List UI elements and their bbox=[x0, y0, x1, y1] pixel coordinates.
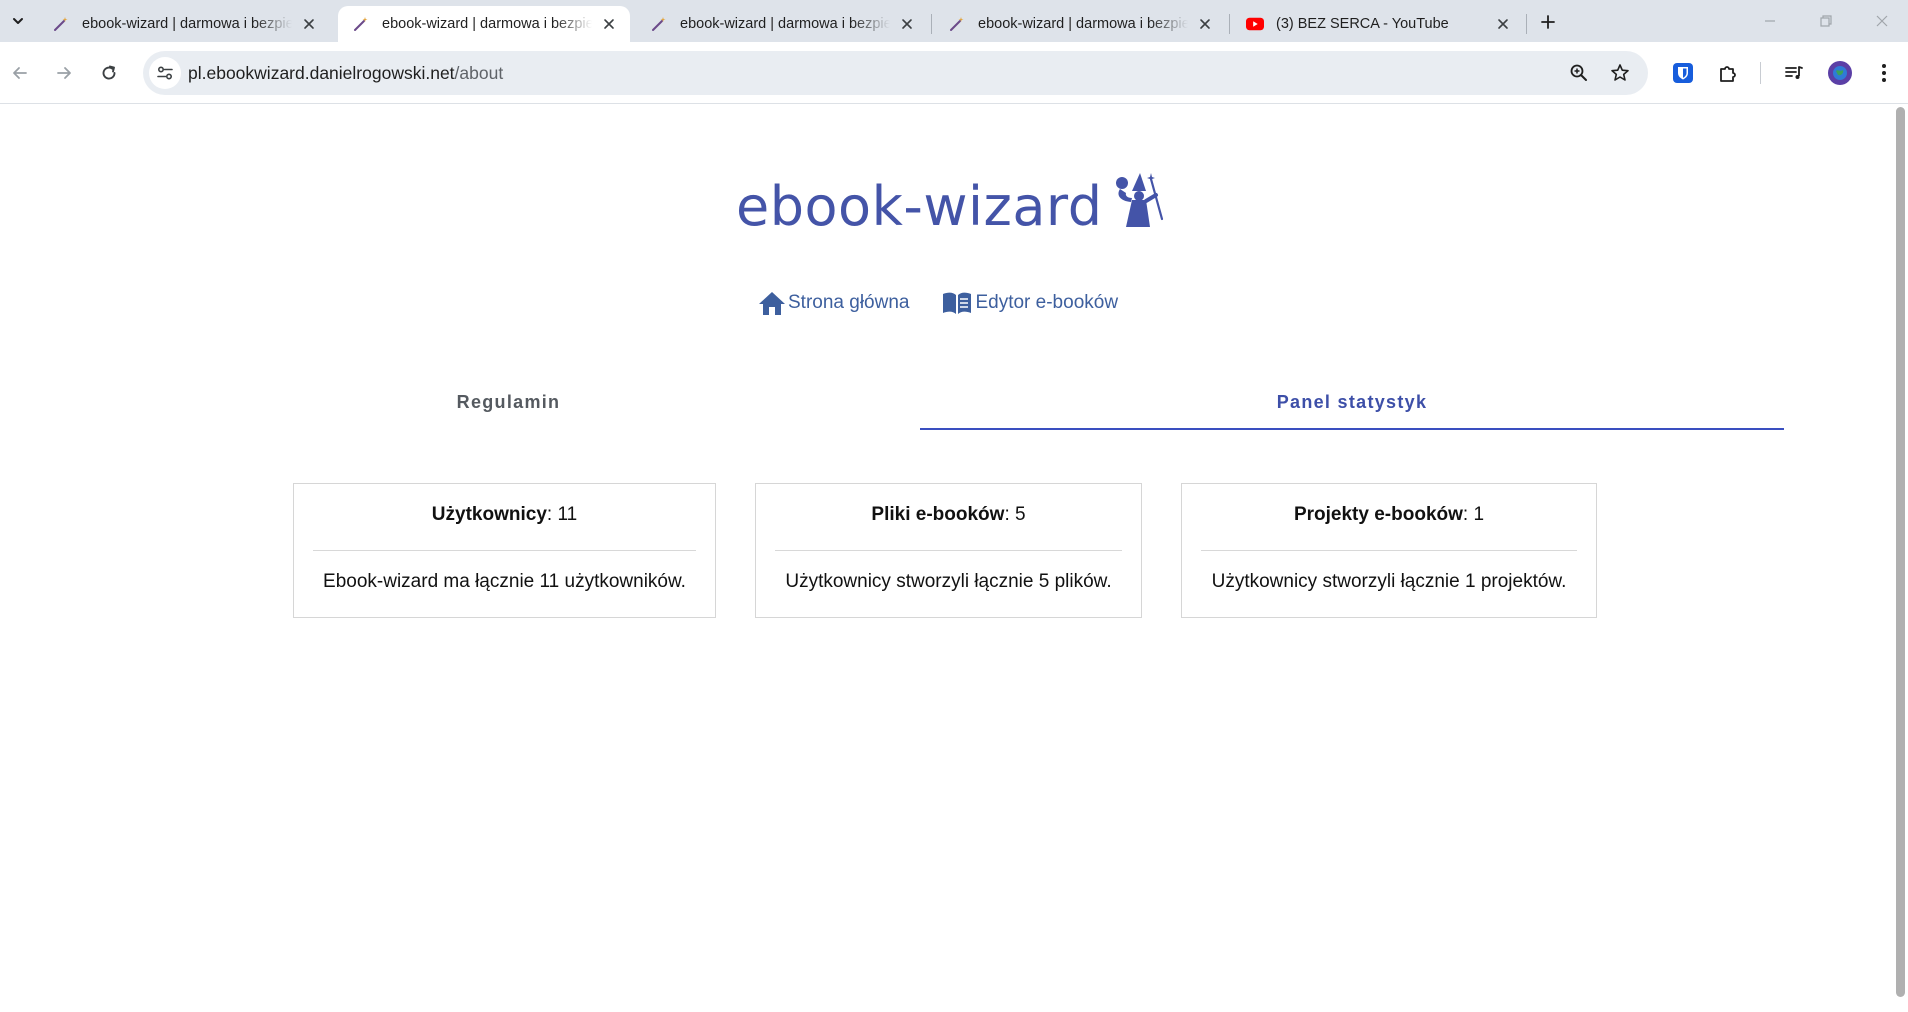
close-tab-icon[interactable] bbox=[896, 13, 918, 35]
tab-title: ebook-wizard | darmowa i bezpieczna bbox=[382, 16, 592, 32]
puzzle-icon bbox=[1720, 66, 1736, 82]
url-text[interactable]: pl.ebookwizard.danielrogowski.net/about bbox=[188, 63, 503, 84]
extensions-button[interactable] bbox=[1713, 58, 1743, 88]
active-tab-indicator bbox=[920, 428, 1784, 430]
nav-home-link[interactable]: Strona główna bbox=[758, 290, 909, 316]
minimize-button[interactable] bbox=[1742, 0, 1798, 42]
scrollbar-thumb[interactable] bbox=[1896, 107, 1905, 997]
browser-toolbar: pl.ebookwizard.danielrogowski.net/about bbox=[0, 42, 1908, 104]
browser-tab-4[interactable]: ebook-wizard | darmowa i bezpieczna bbox=[934, 6, 1226, 42]
stat-card-users: Użytkownicy: 11 Ebook-wizard ma łącznie … bbox=[293, 483, 716, 618]
nav-editor-link[interactable]: Edytor e-booków bbox=[941, 290, 1118, 316]
stat-label: Pliki e-booków bbox=[871, 504, 1005, 525]
wand-icon bbox=[352, 15, 370, 33]
wand-icon bbox=[948, 15, 966, 33]
nav-home-label: Strona główna bbox=[788, 292, 910, 313]
stat-description: Ebook-wizard ma łącznie 11 użytkowników. bbox=[323, 571, 686, 592]
tab-separator bbox=[1526, 14, 1527, 34]
stat-label: Użytkownicy bbox=[431, 504, 547, 525]
tab-title: (3) BEZ SERCA - YouTube bbox=[1276, 16, 1449, 32]
tab-title: ebook-wizard | darmowa i bezpieczna bbox=[82, 16, 292, 32]
stat-card-files: Pliki e-booków: 5 Użytkownicy stworzyli … bbox=[755, 483, 1142, 618]
more-vertical-icon bbox=[1882, 64, 1886, 82]
reload-icon bbox=[102, 65, 116, 80]
nav-editor-label: Edytor e-booków bbox=[975, 292, 1119, 313]
stat-value: 5 bbox=[1015, 504, 1026, 525]
close-tab-icon[interactable] bbox=[298, 13, 320, 35]
new-tab-button[interactable] bbox=[1534, 8, 1562, 36]
bitwarden-extension-button[interactable] bbox=[1668, 58, 1698, 88]
browser-menu-button[interactable] bbox=[1869, 58, 1899, 88]
wizard-icon bbox=[1110, 169, 1168, 236]
browser-tabstrip: ebook-wizard | darmowa i bezpieczna eboo… bbox=[0, 0, 1908, 42]
stat-card-header: Pliki e-booków: 5 bbox=[871, 504, 1026, 525]
bookmark-button[interactable] bbox=[1607, 60, 1633, 86]
close-window-button[interactable] bbox=[1854, 0, 1908, 42]
stat-card-header: Projekty e-booków: 1 bbox=[1293, 504, 1485, 525]
avatar-icon bbox=[1828, 61, 1852, 85]
url-path: /about bbox=[454, 63, 504, 83]
media-controls-button[interactable] bbox=[1779, 58, 1809, 88]
tab-panel-statystyk[interactable]: Panel statystyk bbox=[920, 375, 1784, 429]
youtube-icon bbox=[1246, 15, 1264, 33]
address-bar[interactable]: pl.ebookwizard.danielrogowski.net/about bbox=[143, 51, 1648, 95]
home-icon bbox=[759, 292, 785, 315]
browser-tab-1[interactable]: ebook-wizard | darmowa i bezpieczna bbox=[38, 6, 330, 42]
plus-icon bbox=[1541, 15, 1555, 29]
card-divider bbox=[313, 550, 696, 551]
reload-button[interactable] bbox=[92, 56, 126, 90]
restore-icon bbox=[1820, 15, 1832, 27]
forward-button[interactable] bbox=[47, 56, 81, 90]
site-logo[interactable]: ebook-wizard bbox=[736, 173, 1168, 238]
tab-search-button[interactable] bbox=[4, 8, 32, 34]
tab-separator bbox=[1229, 14, 1230, 34]
toolbar-separator bbox=[1760, 62, 1761, 84]
media-queue-icon bbox=[1785, 66, 1803, 79]
zoom-button[interactable] bbox=[1566, 60, 1592, 86]
site-info-button[interactable] bbox=[149, 57, 181, 89]
zoom-in-icon bbox=[1570, 64, 1587, 81]
profile-avatar[interactable] bbox=[1825, 58, 1855, 88]
page-content: ebook-wizard Strona główna Edytor e-book… bbox=[0, 105, 1890, 1012]
browser-tab-3[interactable]: ebook-wizard | darmowa i bezpieczna bbox=[636, 6, 928, 42]
close-tab-icon[interactable] bbox=[598, 13, 620, 35]
wand-icon bbox=[52, 15, 70, 33]
book-icon bbox=[943, 292, 972, 314]
stat-description: Użytkownicy stworzyli łącznie 5 plików. bbox=[785, 571, 1112, 592]
tab-separator bbox=[931, 14, 932, 34]
minimize-icon bbox=[1765, 20, 1775, 22]
card-divider bbox=[1201, 550, 1577, 551]
page-scrollbar[interactable] bbox=[1890, 105, 1908, 1012]
stat-description: Użytkownicy stworzyli łącznie 1 projektó… bbox=[1211, 571, 1567, 592]
tab-title: ebook-wizard | darmowa i bezpieczna bbox=[978, 16, 1188, 32]
back-button[interactable] bbox=[3, 56, 37, 90]
tab-regulamin[interactable]: Regulamin bbox=[290, 375, 727, 429]
stat-label: Projekty e-booków bbox=[1293, 504, 1463, 525]
browser-tab-2-active[interactable]: ebook-wizard | darmowa i bezpieczna bbox=[338, 6, 630, 42]
restore-button[interactable] bbox=[1798, 0, 1854, 42]
stat-card-projects: Projekty e-booków: 1 Użytkownicy stworzy… bbox=[1181, 483, 1597, 618]
star-icon bbox=[1611, 64, 1629, 81]
stat-value: 11 bbox=[557, 504, 578, 525]
stat-value: 1 bbox=[1473, 504, 1485, 525]
tab-title: ebook-wizard | darmowa i bezpieczna bbox=[680, 16, 890, 32]
close-tab-icon[interactable] bbox=[1194, 13, 1216, 35]
card-divider bbox=[775, 550, 1122, 551]
browser-tab-5[interactable]: (3) BEZ SERCA - YouTube bbox=[1232, 6, 1524, 42]
close-icon bbox=[1876, 15, 1888, 27]
logo-text: ebook-wizard bbox=[736, 175, 1103, 238]
arrow-right-icon bbox=[57, 67, 71, 79]
about-tabs: Regulamin Panel statystyk bbox=[290, 375, 1784, 435]
wand-icon bbox=[650, 15, 668, 33]
site-nav: Strona główna Edytor e-booków bbox=[758, 290, 1118, 316]
chevron-down-icon bbox=[13, 18, 23, 24]
shield-icon bbox=[1673, 63, 1693, 83]
close-tab-icon[interactable] bbox=[1492, 13, 1514, 35]
arrow-left-icon bbox=[13, 67, 27, 79]
tune-icon bbox=[157, 66, 173, 80]
url-host: pl.ebookwizard.danielrogowski.net bbox=[188, 63, 455, 83]
stat-card-header: Użytkownicy: 11 bbox=[431, 504, 578, 525]
